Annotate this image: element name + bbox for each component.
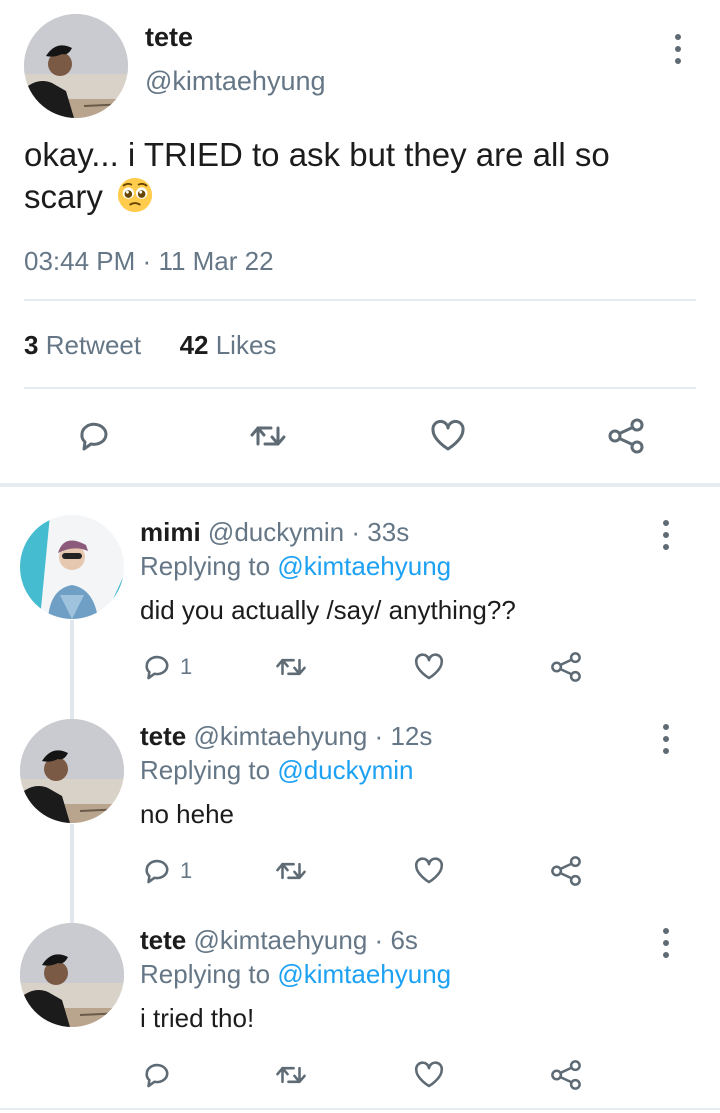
profile-photo: [20, 719, 124, 823]
share-icon[interactable]: [606, 416, 646, 456]
author-handle[interactable]: @kimtaehyung: [193, 721, 367, 751]
tweet-timestamp: 03:44 PM · 11 Mar 22: [24, 246, 274, 277]
replying-label: Replying to: [140, 959, 271, 989]
author-handle[interactable]: @kimtaehyung: [145, 66, 326, 97]
replying-to: Replying to @kimtaehyung: [140, 551, 451, 582]
like-icon[interactable]: [428, 416, 468, 456]
mention-link[interactable]: @kimtaehyung: [277, 959, 451, 989]
like-icon[interactable]: [412, 1058, 446, 1092]
more-options-icon[interactable]: [660, 520, 672, 550]
tweet-stats: 3 Retweet 42 Likes: [24, 330, 276, 361]
share-icon[interactable]: [549, 854, 583, 888]
author-handle[interactable]: @kimtaehyung: [193, 925, 367, 955]
reply-header: mimi @duckymin · 33s: [140, 517, 409, 548]
profile-photo: [20, 515, 124, 619]
author-handle[interactable]: @duckymin: [208, 517, 344, 547]
like-icon[interactable]: [412, 650, 446, 684]
tweet-text: okay... i TRIED to ask but they are all …: [24, 134, 684, 218]
reply-count: 1: [180, 858, 193, 883]
reply-header: tete @kimtaehyung · 12s: [140, 721, 432, 752]
mention-link[interactable]: @kimtaehyung: [277, 551, 451, 581]
author-name[interactable]: tete: [140, 721, 186, 751]
retweet-count[interactable]: 3: [24, 330, 38, 360]
reply-header: tete @kimtaehyung · 6s: [140, 925, 418, 956]
pleading-face-icon: [116, 176, 154, 214]
like-icon[interactable]: [412, 854, 446, 888]
tweet-time: 03:44 PM: [24, 246, 136, 276]
profile-photo: [20, 923, 124, 1027]
separator: ·: [374, 721, 384, 751]
retweet-label[interactable]: Retweet: [46, 330, 141, 360]
reply-tweet[interactable]: tete @kimtaehyung · 12s Replying to @duc…: [0, 691, 720, 895]
reply-button[interactable]: 1: [140, 854, 192, 888]
avatar[interactable]: [24, 14, 128, 118]
reply-count: 1: [180, 654, 193, 679]
reply-time: 33s: [367, 517, 410, 547]
tweet-text-content: okay... i TRIED to ask but they are all …: [24, 136, 610, 215]
reply-text: i tried tho!: [140, 1003, 255, 1033]
retweet-icon[interactable]: [274, 650, 308, 684]
retweet-icon[interactable]: [248, 416, 288, 456]
reply-button[interactable]: 1: [140, 650, 192, 684]
divider: [24, 387, 696, 389]
reply-tweet[interactable]: mimi @duckymin · 33s Replying to @kimtae…: [0, 487, 720, 691]
separator: ·: [351, 517, 361, 547]
reply-text: did you actually /say/ anything??: [140, 595, 516, 625]
avatar[interactable]: [20, 719, 124, 823]
separator: ·: [374, 925, 384, 955]
avatar[interactable]: [20, 923, 124, 1027]
more-options-icon[interactable]: [660, 724, 672, 754]
tweet-date: 11 Mar 22: [158, 246, 274, 276]
author-name[interactable]: tete: [145, 22, 193, 53]
retweet-icon[interactable]: [274, 854, 308, 888]
reply-icon[interactable]: [140, 1058, 174, 1092]
replying-label: Replying to: [140, 551, 271, 581]
like-label[interactable]: Likes: [216, 330, 277, 360]
more-options-icon[interactable]: [660, 928, 672, 958]
divider: [0, 1108, 720, 1110]
author-name[interactable]: tete: [140, 925, 186, 955]
replying-to: Replying to @kimtaehyung: [140, 959, 451, 990]
share-icon[interactable]: [549, 1058, 583, 1092]
retweet-icon[interactable]: [274, 1058, 308, 1092]
reply-tweet[interactable]: tete @kimtaehyung · 6s Replying to @kimt…: [0, 895, 720, 1099]
replying-to: Replying to @duckymin: [140, 755, 414, 786]
like-count[interactable]: 42: [180, 330, 209, 360]
more-options-icon[interactable]: [672, 34, 684, 64]
replying-label: Replying to: [140, 755, 271, 785]
mention-link[interactable]: @duckymin: [277, 755, 413, 785]
reply-icon[interactable]: [140, 650, 174, 684]
reply-time: 12s: [390, 721, 433, 751]
avatar[interactable]: [20, 515, 124, 619]
profile-photo: [24, 14, 128, 118]
divider: [24, 299, 696, 301]
separator: ·: [142, 246, 152, 276]
main-tweet: tete @kimtaehyung okay... i TRIED to ask…: [0, 0, 720, 483]
reply-button[interactable]: [140, 1058, 180, 1092]
author-name[interactable]: mimi: [140, 517, 201, 547]
reply-icon[interactable]: [140, 854, 174, 888]
reply-time: 6s: [390, 925, 418, 955]
share-icon[interactable]: [549, 650, 583, 684]
reply-icon[interactable]: [74, 416, 114, 456]
reply-text: no hehe: [140, 799, 234, 829]
